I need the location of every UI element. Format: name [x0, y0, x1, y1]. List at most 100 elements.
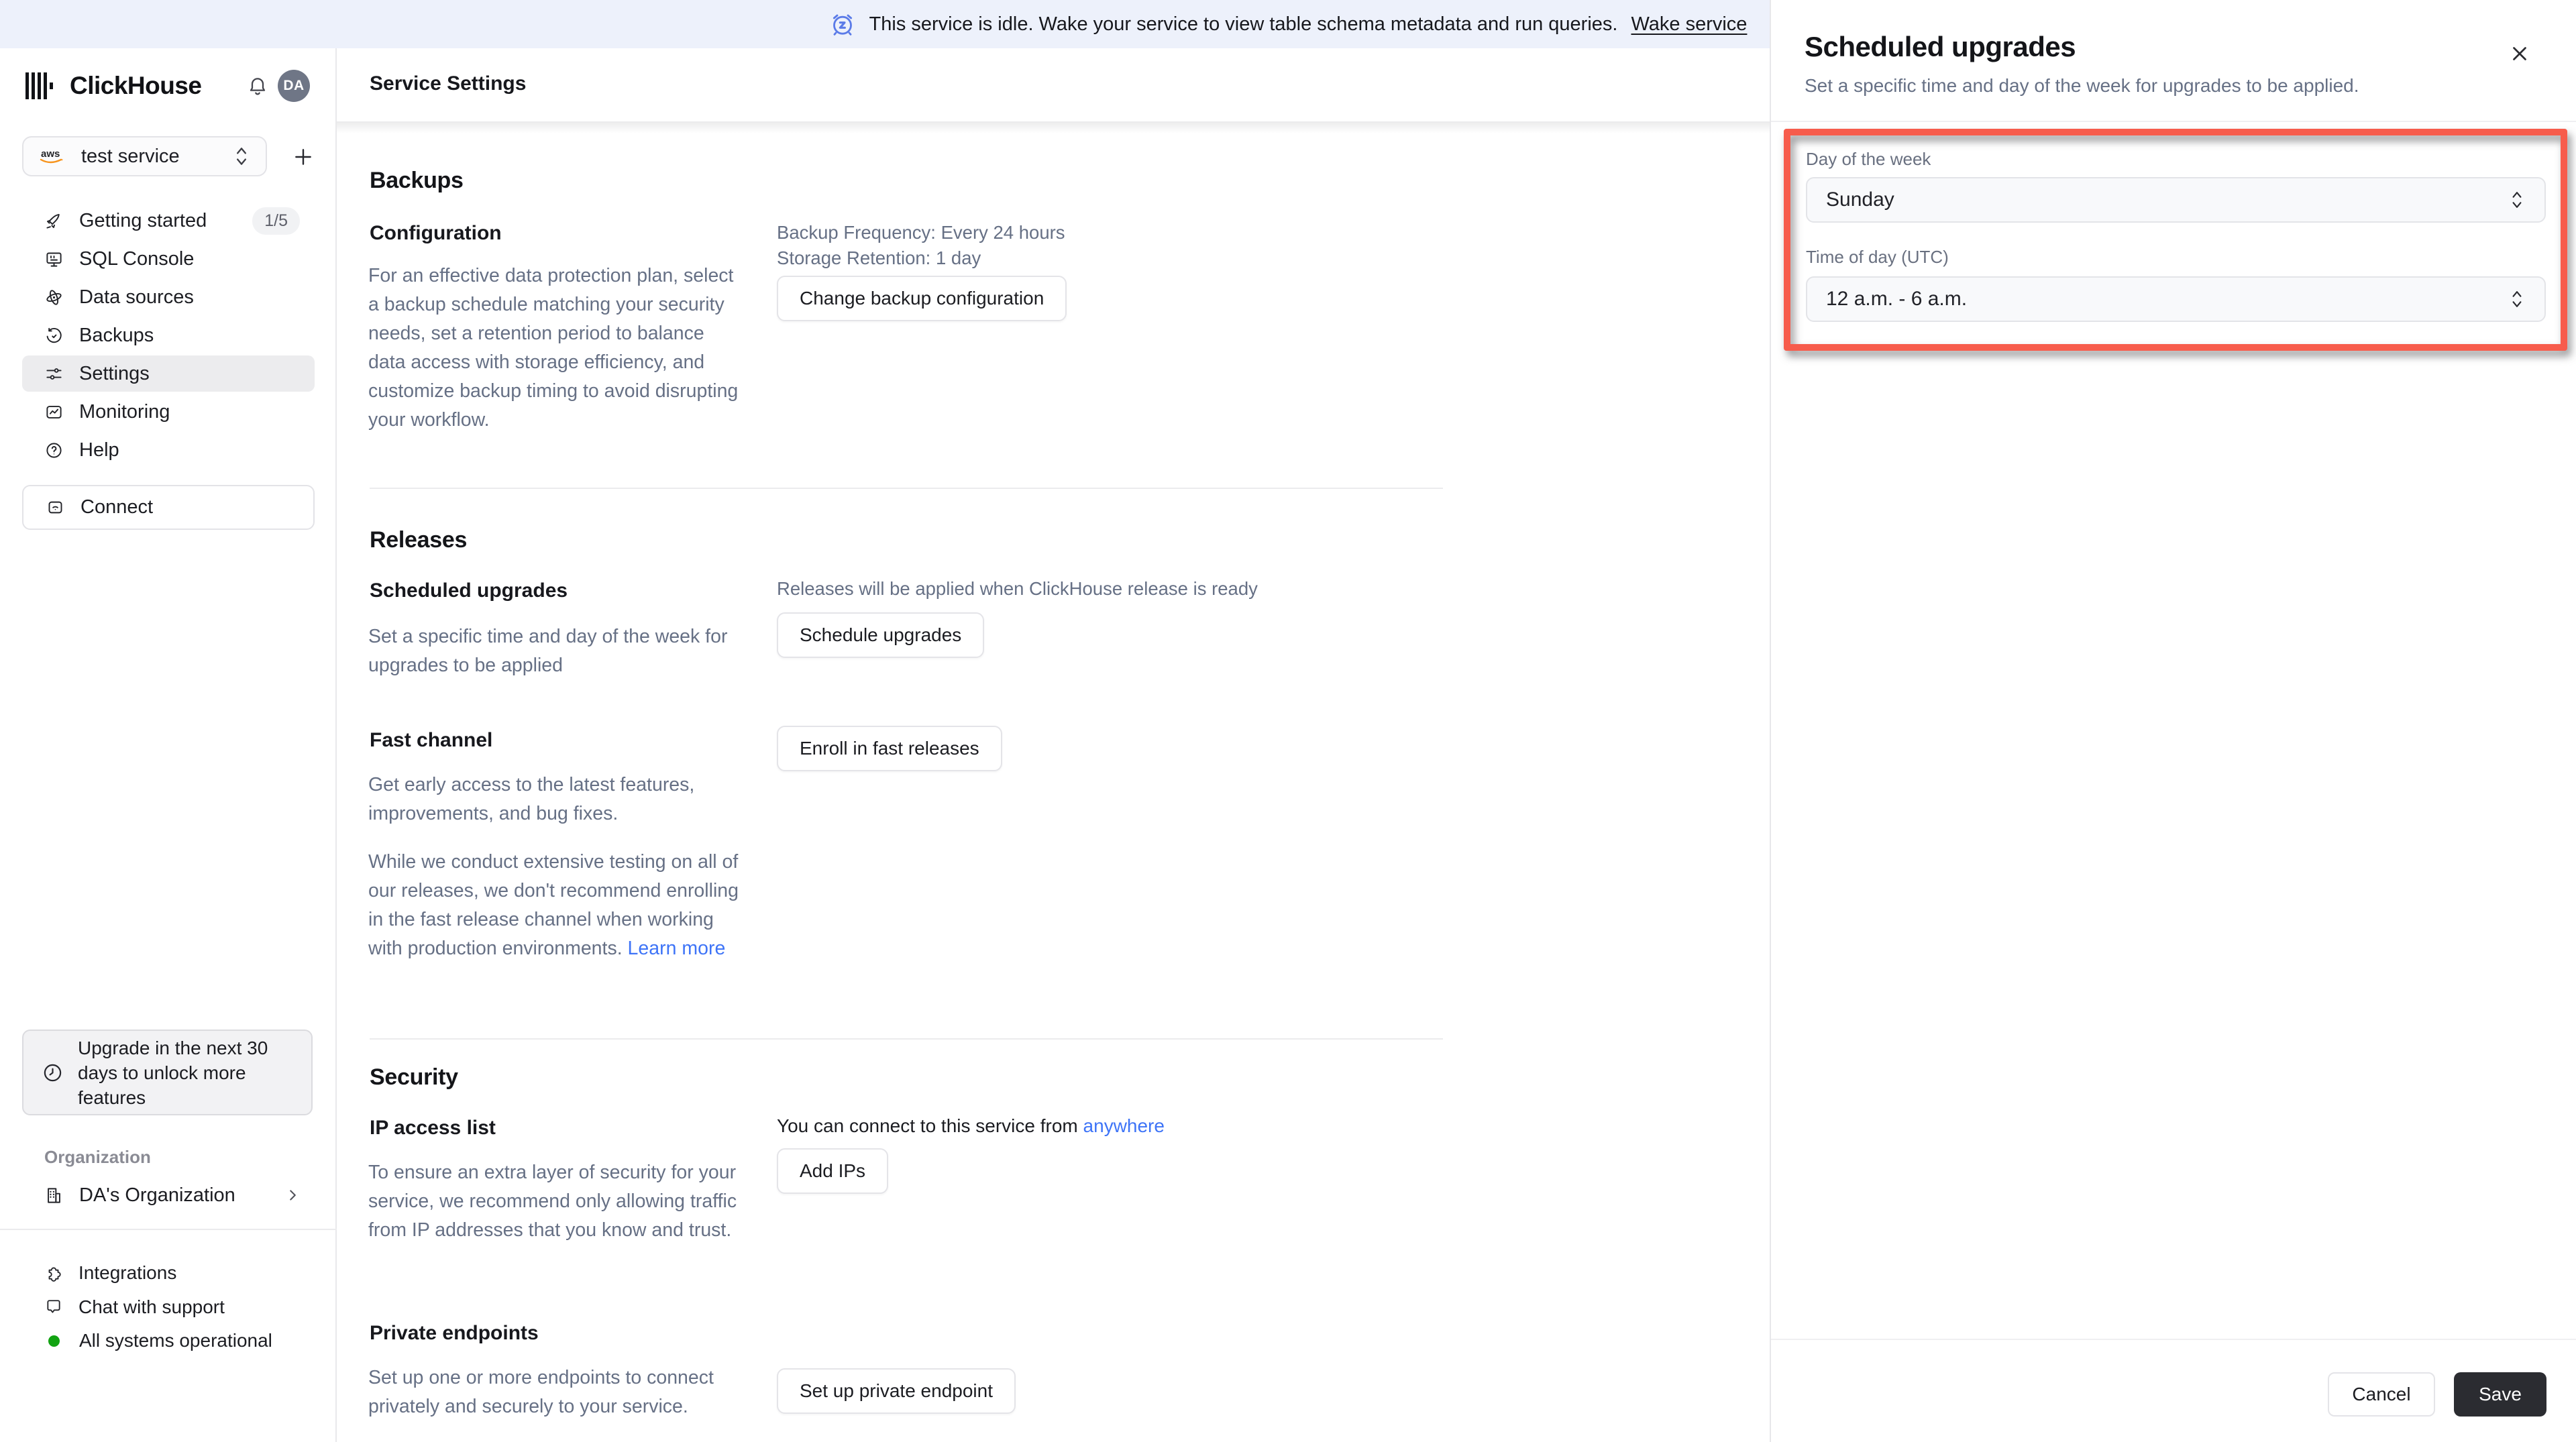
fast-channel-description-2: While we conduct extensive testing on al…	[368, 848, 741, 963]
system-status-item[interactable]: All systems operational	[22, 1324, 315, 1357]
help-circle-icon	[45, 441, 63, 459]
security-section-heading: Security	[370, 1064, 458, 1090]
schedule-upgrades-button[interactable]: Schedule upgrades	[777, 612, 985, 658]
select-chevrons-icon	[2508, 188, 2526, 211]
scheduled-upgrades-description: Set a specific time and day of the week …	[368, 626, 728, 676]
puzzle-icon	[45, 1264, 62, 1282]
private-endpoints-description: Set up one or more endpoints to connect …	[368, 1367, 714, 1417]
backups-section-heading: Backups	[370, 168, 464, 193]
brand-name: ClickHouse	[70, 72, 202, 99]
sidebar-item-data-sources[interactable]: Data sources	[22, 279, 315, 315]
sidebar-item-settings[interactable]: Settings	[22, 355, 315, 392]
chevron-updown-icon	[232, 145, 251, 168]
sidebar-item-label: Help	[79, 439, 119, 461]
page-title: Service Settings	[370, 72, 527, 95]
upgrade-notice-text: Upgrade in the next 30 days to unlock mo…	[78, 1037, 268, 1108]
building-icon	[45, 1186, 63, 1205]
select-chevrons-icon	[2508, 288, 2526, 311]
day-of-week-select[interactable]: Sunday	[1806, 177, 2546, 223]
learn-more-link[interactable]: Learn more	[628, 938, 726, 959]
organization-switcher[interactable]: DA's Organization	[22, 1176, 315, 1214]
sidebar-item-getting-started[interactable]: Getting started 1/5	[22, 203, 315, 239]
storage-retention-meta: Storage Retention: 1 day	[777, 247, 981, 268]
releases-meta: Releases will be applied when ClickHouse…	[777, 578, 1258, 599]
sql-console-icon	[45, 250, 63, 268]
ip-access-list-subheading: IP access list	[370, 1117, 496, 1139]
cancel-button[interactable]: Cancel	[2328, 1372, 2435, 1417]
change-backup-configuration-button[interactable]: Change backup configuration	[777, 276, 1067, 321]
ip-access-meta: You can connect to this service from any…	[777, 1115, 1165, 1137]
ip-access-description: To ensure an extra layer of security for…	[368, 1162, 737, 1241]
panel-subtitle: Set a specific time and day of the week …	[1805, 75, 2359, 96]
fast-channel-description-1: Get early access to the latest features,…	[368, 774, 695, 824]
sidebar-item-label: SQL Console	[79, 247, 195, 270]
sidebar-item-integrations[interactable]: Integrations	[22, 1256, 315, 1290]
private-endpoints-subheading: Private endpoints	[370, 1322, 539, 1344]
sidebar-item-label: Chat with support	[78, 1296, 225, 1317]
sidebar-item-label: Data sources	[79, 286, 194, 308]
configuration-subheading: Configuration	[370, 222, 502, 244]
add-ips-button[interactable]: Add IPs	[777, 1148, 889, 1194]
backup-frequency-meta: Backup Frequency: Every 24 hours	[777, 222, 1065, 243]
sidebar-item-chat-support[interactable]: Chat with support	[22, 1290, 315, 1324]
avatar[interactable]: DA	[278, 70, 310, 102]
sidebar-item-label: Monitoring	[79, 400, 170, 423]
connect-icon	[46, 498, 64, 516]
sidebar-item-sql-console[interactable]: SQL Console	[22, 241, 315, 277]
avatar-initials: DA	[283, 78, 305, 93]
sidebar-item-backups[interactable]: Backups	[22, 317, 315, 353]
panel-title: Scheduled upgrades	[1805, 31, 2076, 62]
panel-footer-divider	[1771, 1339, 2576, 1340]
releases-section-heading: Releases	[370, 527, 468, 553]
notifications-bell-icon[interactable]	[247, 75, 268, 97]
section-divider	[370, 488, 1443, 489]
brand-logo-row: ClickHouse	[24, 69, 202, 103]
day-of-week-value: Sunday	[1826, 188, 1894, 211]
add-service-button[interactable]	[290, 144, 316, 170]
connect-label: Connect	[80, 496, 154, 518]
sidebar-divider	[0, 1229, 337, 1230]
svg-text:aws: aws	[41, 148, 60, 160]
sidebar-item-help[interactable]: Help	[22, 432, 315, 468]
clock-icon	[42, 1062, 63, 1083]
save-button[interactable]: Save	[2454, 1372, 2546, 1417]
backups-history-icon	[45, 327, 63, 345]
monitoring-chart-icon	[45, 403, 63, 421]
service-settings-page: Service Settings Backups Configuration B…	[337, 48, 1770, 1442]
anywhere-link[interactable]: anywhere	[1083, 1115, 1165, 1136]
status-dot	[48, 1335, 60, 1347]
time-of-day-select[interactable]: 12 a.m. - 6 a.m.	[1806, 276, 2546, 322]
organization-section-label: Organization	[44, 1147, 151, 1167]
sidebar-item-monitoring[interactable]: Monitoring	[22, 394, 315, 430]
banner-message: This service is idle. Wake your service …	[869, 13, 1618, 35]
clickhouse-logo-icon	[24, 70, 55, 101]
status-label: All systems operational	[79, 1330, 272, 1351]
sidebar: ClickHouse DA aws test service Getting s…	[0, 48, 337, 1442]
day-of-week-label: Day of the week	[1806, 149, 1931, 169]
time-of-day-label: Time of day (UTC)	[1806, 247, 1949, 267]
sidebar-item-label: Getting started	[79, 209, 207, 231]
connect-button[interactable]: Connect	[22, 485, 315, 530]
section-divider	[370, 1038, 1443, 1040]
setup-private-endpoint-button[interactable]: Set up private endpoint	[777, 1368, 1016, 1414]
header-scroll-shadow	[337, 123, 1770, 133]
sidebar-item-label: Integrations	[78, 1262, 177, 1283]
service-selector[interactable]: aws test service	[22, 136, 267, 176]
aws-logo-icon: aws	[38, 146, 65, 166]
sidebar-item-label: Settings	[79, 362, 150, 384]
sidebar-item-label: Backups	[79, 324, 154, 346]
scheduled-upgrades-panel: Scheduled upgrades Set a specific time a…	[1770, 0, 2576, 1442]
close-icon[interactable]	[2501, 35, 2538, 72]
rocket-icon	[45, 212, 63, 230]
data-sources-icon	[45, 288, 63, 307]
chevron-right-icon	[284, 1186, 301, 1204]
panel-header-divider	[1771, 121, 2576, 122]
scheduled-upgrades-subheading: Scheduled upgrades	[370, 579, 568, 602]
wake-service-link[interactable]: Wake service	[1631, 13, 1747, 36]
upgrade-notice-card[interactable]: Upgrade in the next 30 days to unlock mo…	[22, 1030, 313, 1115]
alarm-snooze-icon	[829, 11, 856, 38]
service-selector-value: test service	[81, 145, 180, 167]
chat-bubble-icon	[45, 1298, 62, 1316]
enroll-fast-releases-button[interactable]: Enroll in fast releases	[777, 726, 1002, 771]
settings-sliders-icon	[45, 365, 63, 383]
